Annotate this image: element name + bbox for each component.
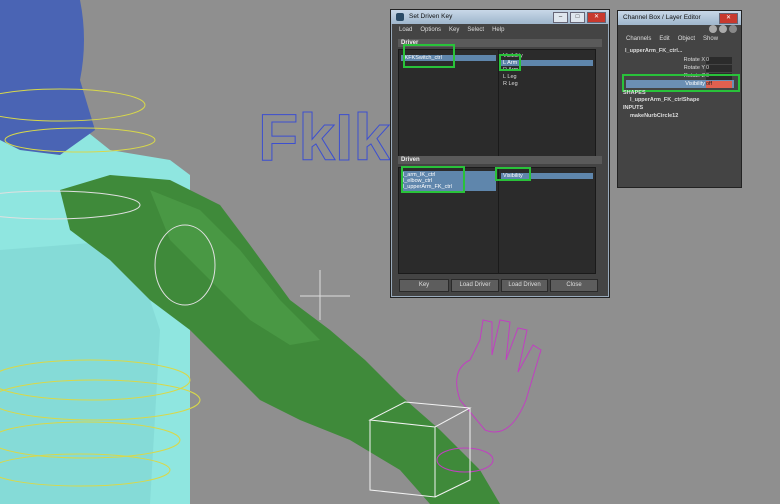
highlight-driven-attribute: [495, 167, 531, 181]
menu-key[interactable]: Key: [449, 25, 459, 36]
wrench-icon[interactable]: [729, 25, 737, 33]
channel-value[interactable]: 0: [706, 57, 732, 64]
menu-help[interactable]: Help: [492, 25, 504, 36]
channel-name: Rotate X: [683, 57, 705, 63]
display-icon[interactable]: [719, 25, 727, 33]
channel-box-window: Channel Box / Layer Editor ✕ Channels Ed…: [617, 10, 742, 188]
input-name[interactable]: makeNurbCircle12: [630, 113, 678, 119]
menu-channels[interactable]: Channels: [626, 36, 651, 42]
layer-icon[interactable]: [709, 25, 717, 33]
channel-value[interactable]: 0: [706, 65, 732, 72]
load-driven-button[interactable]: Load Driven: [501, 279, 548, 292]
menu-show[interactable]: Show: [703, 36, 718, 42]
sdk-titlebar[interactable]: Set Driven Key – □ ✕: [391, 10, 609, 24]
shapes-label: SHAPES: [623, 90, 646, 96]
cb-title: Channel Box / Layer Editor: [623, 14, 701, 21]
menu-edit[interactable]: Edit: [659, 36, 669, 42]
maya-app-icon: [396, 13, 404, 21]
sdk-menubar: Load Options Key Select Help: [391, 25, 609, 36]
close-button[interactable]: Close: [550, 279, 598, 292]
menu-options[interactable]: Options: [420, 25, 441, 36]
highlight-driver-object: [403, 44, 455, 68]
menu-load[interactable]: Load: [399, 25, 412, 36]
close-window-button[interactable]: ✕: [719, 13, 738, 24]
object-name[interactable]: l_upperArm_FK_ctrl...: [625, 48, 682, 54]
list-item[interactable]: R Leg: [501, 81, 593, 87]
cb-menubar: Channels Edit Object Show: [626, 36, 718, 42]
key-button[interactable]: Key: [399, 279, 449, 292]
set-driven-key-window: Set Driven Key – □ ✕ Load Options Key Se…: [390, 9, 610, 298]
driven-section-header[interactable]: Driven: [398, 156, 602, 164]
load-driver-button[interactable]: Load Driver: [451, 279, 499, 292]
list-item[interactable]: L Leg: [501, 74, 593, 80]
close-window-button[interactable]: ✕: [587, 12, 606, 23]
menu-select[interactable]: Select: [467, 25, 484, 36]
menu-object[interactable]: Object: [678, 36, 695, 42]
driven-attribute-list[interactable]: Visibility: [498, 167, 596, 274]
highlight-driven-objects: [401, 166, 465, 193]
sdk-title: Set Driven Key: [409, 13, 453, 20]
inputs-label: INPUTS: [623, 105, 644, 111]
minimize-button[interactable]: –: [553, 12, 568, 23]
shape-name[interactable]: l_upperArm_FK_ctrlShape: [630, 97, 699, 103]
maximize-button[interactable]: □: [570, 12, 585, 23]
channel-name: Rotate Y: [683, 65, 705, 71]
highlight-driver-attribute: [499, 54, 521, 71]
cb-titlebar[interactable]: Channel Box / Layer Editor ✕: [618, 11, 741, 25]
fkik-logo-text: FkIk: [258, 100, 390, 174]
